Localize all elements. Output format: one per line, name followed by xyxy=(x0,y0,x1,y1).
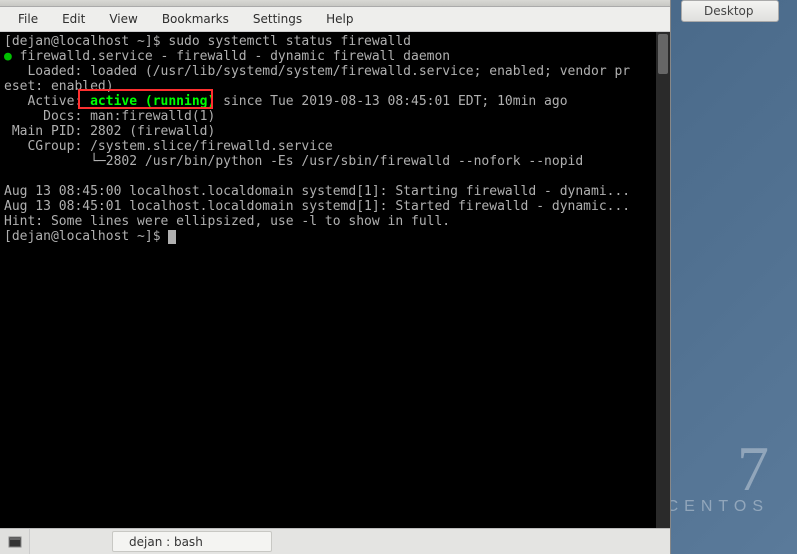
pid-line: Main PID: 2802 (firewalld) xyxy=(4,124,215,139)
menu-view[interactable]: View xyxy=(99,10,147,28)
taskbar: dejan : bash xyxy=(0,528,670,554)
status-bullet: ● xyxy=(4,49,12,64)
desktop-folder-label: Desktop xyxy=(704,4,754,18)
eset-line: eset: enabled) xyxy=(4,79,114,94)
centos-name: CENTOS xyxy=(667,498,769,516)
service-line: firewalld.service - firewalld - dynamic … xyxy=(12,49,450,64)
terminal-cursor xyxy=(168,230,176,244)
log-line-2: Aug 13 08:45:01 localhost.localdomain sy… xyxy=(4,199,630,214)
active-prefix: Active: xyxy=(4,94,90,109)
loaded-line: Loaded: loaded (/usr/lib/systemd/system/… xyxy=(4,64,630,79)
taskbar-tab-label: dejan : bash xyxy=(129,535,203,549)
taskbar-tab-terminal[interactable]: dejan : bash xyxy=(112,531,272,552)
menu-edit[interactable]: Edit xyxy=(52,10,95,28)
terminal-scrollbar[interactable] xyxy=(656,32,670,528)
menu-file[interactable]: File xyxy=(8,10,48,28)
menu-settings[interactable]: Settings xyxy=(243,10,312,28)
active-suffix: since Tue 2019-08-13 08:45:01 EDT; 10min… xyxy=(215,94,567,109)
command-1: sudo systemctl status firewalld xyxy=(168,34,411,49)
menu-bookmarks[interactable]: Bookmarks xyxy=(152,10,239,28)
active-status: active (running) xyxy=(90,94,215,109)
cgroup-line-1: CGroup: /system.slice/firewalld.service xyxy=(4,139,333,154)
window-titlebar[interactable] xyxy=(0,0,670,7)
terminal-window: File Edit View Bookmarks Settings Help [… xyxy=(0,0,671,554)
menubar: File Edit View Bookmarks Settings Help xyxy=(0,7,670,32)
terminal-output[interactable]: [dejan@localhost ~]$ sudo systemctl stat… xyxy=(0,32,670,528)
docs-line: Docs: man:firewalld(1) xyxy=(4,109,215,124)
menu-help[interactable]: Help xyxy=(316,10,363,28)
prompt-2: [dejan@localhost ~]$ xyxy=(4,229,168,244)
terminal-scrollbar-thumb[interactable] xyxy=(658,34,668,74)
desktop-branding: 7 CENTOS xyxy=(667,440,769,516)
terminal-icon xyxy=(8,535,22,549)
hint-line: Hint: Some lines were ellipsized, use -l… xyxy=(4,214,450,229)
prompt-1: [dejan@localhost ~]$ xyxy=(4,34,168,49)
centos-version: 7 xyxy=(667,440,769,498)
desktop-folder-button[interactable]: Desktop xyxy=(681,0,779,22)
new-tab-button[interactable] xyxy=(0,529,30,554)
cgroup-line-2: └─2802 /usr/bin/python -Es /usr/sbin/fir… xyxy=(4,154,583,169)
log-line-1: Aug 13 08:45:00 localhost.localdomain sy… xyxy=(4,184,630,199)
